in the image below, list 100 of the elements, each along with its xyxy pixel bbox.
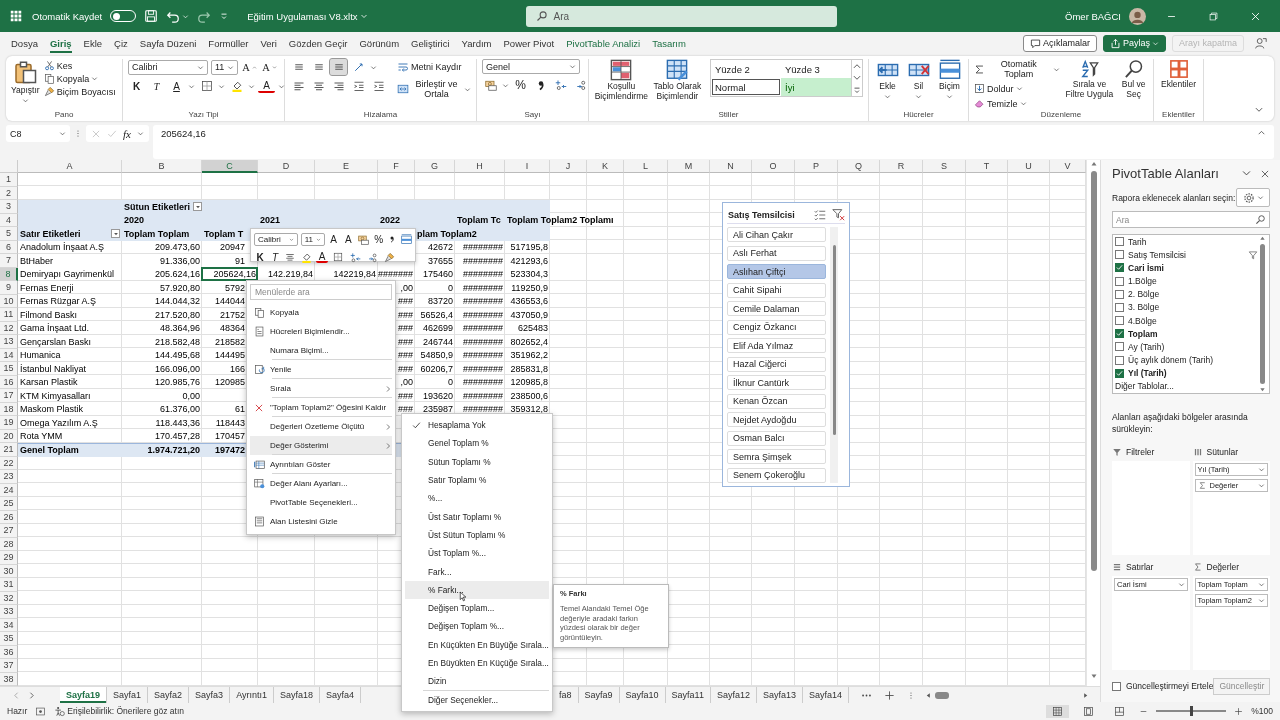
wrap-text-button[interactable]: Metni Kaydır (397, 61, 471, 73)
merge-center-button[interactable]: Birleştir ve Ortala (397, 79, 471, 99)
ribbon-tab[interactable]: Çiz (108, 32, 134, 54)
ribbon-tab[interactable]: Dosya (5, 32, 44, 54)
ribbon-tab[interactable]: Yardım (455, 32, 498, 54)
slicer-item[interactable]: Osman Balcı (727, 430, 826, 446)
menu-item[interactable]: Hücreleri Biçimlendir... (250, 322, 392, 341)
ribbon-tab[interactable]: Geliştirici (405, 32, 456, 54)
menu-item[interactable]: Sütun Toplamı % (405, 452, 549, 471)
ribbon-tab[interactable]: Formüller (202, 32, 255, 54)
row-number[interactable]: 17 (0, 389, 18, 403)
underline-button[interactable]: A (168, 78, 185, 94)
menu-item[interactable]: Değişen Toplam %... (405, 617, 549, 636)
ribbon-tab[interactable]: Tasarım (646, 32, 692, 54)
menu-item[interactable]: Hesaplama Yok (405, 416, 549, 435)
find-select-button[interactable]: Bul ve Seç (1119, 59, 1148, 100)
font-name-field[interactable]: Calibri (128, 59, 208, 75)
accessibility-button[interactable]: Erişilebilirlik: Önerilere göz atın (54, 705, 184, 717)
row-number[interactable]: 27 (0, 524, 18, 538)
fill-button[interactable]: Doldur (974, 83, 1060, 94)
font-name-field[interactable]: Calibri (254, 232, 298, 246)
search-field[interactable]: Ara (525, 5, 837, 27)
slicer-item[interactable]: Hazal Ciğerci (727, 356, 826, 372)
font-color-button[interactable]: A (316, 251, 328, 263)
menu-item[interactable]: Kopyala (250, 303, 392, 322)
clear-button[interactable]: Temizle (974, 98, 1060, 109)
column-header[interactable]: D (258, 160, 315, 173)
format-painter-button[interactable]: Biçim Boyacısı (43, 86, 116, 97)
sheet-tab[interactable]: Sayfa9 (578, 687, 620, 703)
menu-item[interactable]: Üst Toplam %... (405, 544, 549, 563)
sheet-tab[interactable]: Sayfa18 (274, 687, 320, 703)
slicer-item[interactable]: Kenan Özcan (727, 393, 826, 409)
search-field[interactable]: Ara (1112, 211, 1270, 228)
menu-search-field[interactable]: Menülerde ara (250, 284, 392, 300)
ribbon-tab[interactable]: Ekle (77, 32, 109, 54)
share-button[interactable]: Paylaş (1102, 34, 1166, 52)
font-color-button[interactable]: A (258, 79, 275, 93)
ribbon-tab[interactable]: Gözden Geçir (282, 32, 354, 54)
row-number[interactable]: 25 (0, 497, 18, 511)
row-number[interactable]: 23 (0, 470, 18, 484)
row-number[interactable]: 5 (0, 227, 18, 241)
zoom-level[interactable]: %100 (1251, 706, 1273, 716)
copy-button[interactable]: Kopyala (43, 73, 116, 84)
menu-item[interactable]: En Küçükten En Büyüğe Sırala... (405, 635, 549, 654)
column-header[interactable]: P (795, 160, 838, 173)
format-button[interactable]: Biçim (938, 59, 961, 100)
percent-button[interactable]: % (512, 77, 529, 93)
column-header[interactable]: O (752, 160, 795, 173)
column-header[interactable]: A (18, 160, 122, 173)
column-header[interactable]: I (505, 160, 550, 173)
menu-item[interactable]: %... (405, 489, 549, 508)
percent-button[interactable]: % (373, 231, 385, 247)
column-header[interactable]: K (587, 160, 624, 173)
menu-item[interactable]: Değer Gösterimi (250, 436, 392, 455)
slicer-item[interactable]: Cahit Sipahi (727, 282, 826, 298)
menu-item[interactable]: Fark... (405, 562, 549, 581)
name-box[interactable]: C8 (6, 125, 70, 142)
sheet-tab[interactable]: Sayfa10 (619, 687, 666, 703)
slicer-item[interactable]: İlknur Cantürk (727, 375, 826, 391)
column-header[interactable]: S (923, 160, 966, 173)
menu-item[interactable]: % Farkı... (405, 580, 549, 599)
slicer-item[interactable]: Cengiz Özkancı (727, 319, 826, 335)
sheet-tab[interactable]: Sayfa13 (756, 687, 803, 703)
add-ins-button[interactable]: Eklentiler (1161, 59, 1196, 90)
delete-button[interactable]: Sil (907, 59, 930, 100)
sort-filter-button[interactable]: Sırala ve Filtre Uygula (1063, 59, 1116, 100)
ribbon-tab[interactable]: Görünüm (353, 32, 406, 54)
sheet-tab[interactable]: Sayfa1 (107, 687, 149, 703)
sheet-tab[interactable]: Sayfa2 (148, 687, 190, 703)
insert-button[interactable]: Ekle (876, 59, 899, 100)
ribbon-tab[interactable]: Giriş (43, 32, 78, 54)
row-number[interactable]: 19 (0, 416, 18, 430)
column-header[interactable]: T (966, 160, 1008, 173)
font-size-field[interactable]: 11 (211, 59, 238, 75)
row-number[interactable]: 29 (0, 551, 18, 565)
paste-button[interactable]: Yapıştır (11, 59, 40, 104)
conditional-formatting-button[interactable]: Koşullu Biçimlendirme (594, 59, 649, 102)
autosum-button[interactable]: Otomatik Toplam (974, 59, 1060, 79)
menu-item[interactable]: Değerleri Özetleme Ölçütü (250, 417, 392, 436)
column-header[interactable]: U (1008, 160, 1050, 173)
ribbon-tab[interactable]: Power Pivot (497, 32, 561, 54)
more-tables-link[interactable]: Diğer Tablolar... (1115, 379, 1258, 394)
insert-function-button[interactable]: fx (123, 127, 131, 140)
italic-button[interactable]: T (269, 249, 281, 265)
column-header[interactable]: L (624, 160, 668, 173)
row-number[interactable]: 31 (0, 578, 18, 592)
row-number[interactable]: 9 (0, 281, 18, 295)
slicer-item[interactable]: Aslıhan Çiftçi (727, 264, 826, 280)
row-number[interactable]: 1 (0, 173, 18, 187)
column-header[interactable]: Q (838, 160, 880, 173)
number-format-field[interactable]: Genel (482, 59, 580, 74)
sheet-tab[interactable]: Sayfa4 (320, 687, 362, 703)
cell-style-item[interactable]: İyi (781, 78, 851, 96)
row-number[interactable]: 33 (0, 605, 18, 619)
bold-button[interactable]: K (128, 78, 145, 94)
menu-item[interactable]: Satır Toplamı % (405, 470, 549, 490)
column-header[interactable]: N (710, 160, 752, 173)
slicer-item[interactable]: Cemile Dalaman (727, 301, 826, 317)
slicer-item[interactable]: Nejdet Aydoğdu (727, 412, 826, 428)
row-number[interactable]: 7 (0, 254, 18, 268)
